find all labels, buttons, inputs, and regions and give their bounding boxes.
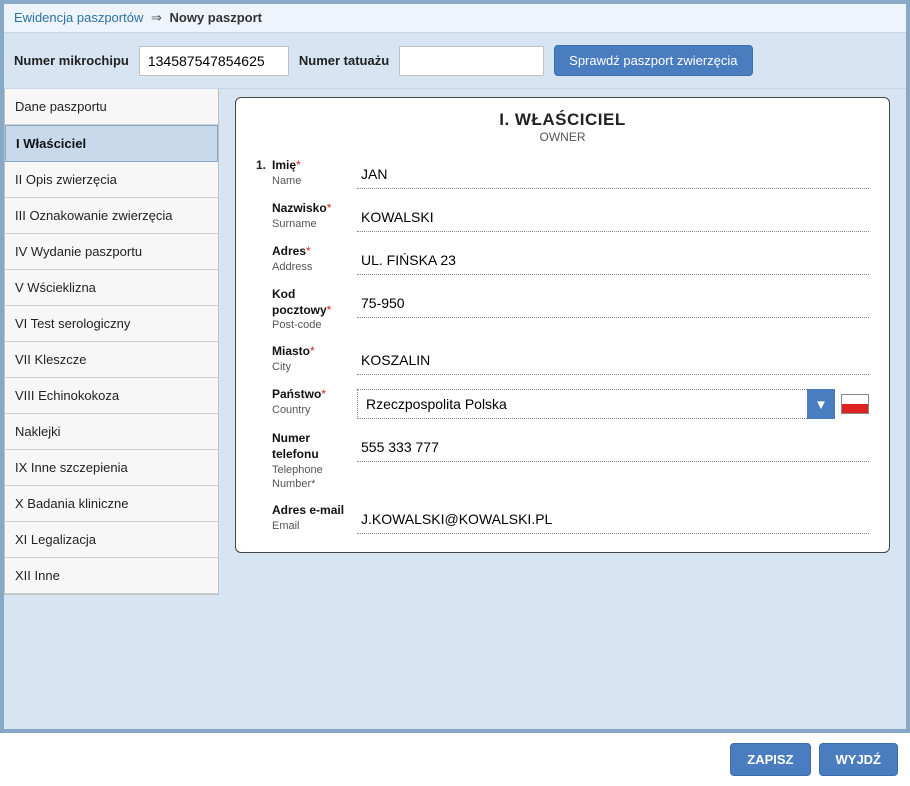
- sidebar-item-dane-paszportu[interactable]: Dane paszportu: [5, 89, 218, 125]
- exit-button[interactable]: WYJDŹ: [819, 743, 899, 776]
- label-kod: Kod pocztowy: [272, 287, 327, 317]
- sidebar-item-inne[interactable]: XII Inne: [5, 558, 218, 594]
- owner-panel: I. WŁAŚCICIEL OWNER 1. Imię* Name: [235, 97, 890, 553]
- breadcrumb-current: Nowy paszport: [170, 10, 262, 25]
- country-dropdown-button[interactable]: ▼: [807, 389, 835, 419]
- sidebar-item-wydanie-paszportu[interactable]: IV Wydanie paszportu: [5, 234, 218, 270]
- microchip-label: Numer mikrochipu: [14, 53, 129, 68]
- row-number: 1.: [256, 152, 272, 172]
- tattoo-input[interactable]: [399, 46, 544, 76]
- input-email[interactable]: [357, 505, 869, 534]
- sublabel-telefon: Telephone Number*: [272, 463, 357, 492]
- sublabel-panstwo: Country: [272, 403, 357, 417]
- input-telefon[interactable]: [357, 433, 869, 462]
- check-passport-button[interactable]: Sprawdź paszport zwierzęcia: [554, 45, 752, 76]
- sidebar-item-legalizacja[interactable]: XI Legalizacja: [5, 522, 218, 558]
- panel-subtitle: OWNER: [256, 130, 869, 144]
- input-panstwo[interactable]: [357, 389, 807, 419]
- label-miasto: Miasto: [272, 344, 310, 358]
- sublabel-adres: Address: [272, 260, 357, 274]
- save-button[interactable]: ZAPISZ: [730, 743, 810, 776]
- input-kod[interactable]: [357, 289, 869, 318]
- panel-title: I. WŁAŚCICIEL: [256, 110, 869, 130]
- input-nazwisko[interactable]: [357, 203, 869, 232]
- sidebar-item-inne-szczepienia[interactable]: IX Inne szczepienia: [5, 450, 218, 486]
- sublabel-imie: Name: [272, 174, 357, 188]
- breadcrumb-arrow: ⇒: [151, 10, 162, 25]
- breadcrumb-root-link[interactable]: Ewidencja paszportów: [14, 10, 143, 25]
- sublabel-nazwisko: Surname: [272, 217, 357, 231]
- input-imie[interactable]: [357, 160, 869, 189]
- sidebar-item-kleszcze[interactable]: VII Kleszcze: [5, 342, 218, 378]
- footer: ZAPISZ WYJDŹ: [0, 733, 910, 786]
- tattoo-label: Numer tatuażu: [299, 53, 389, 68]
- label-telefon: Numer telefonu: [272, 431, 319, 461]
- sublabel-kod: Post-code: [272, 318, 357, 332]
- label-email: Adres e-mail: [272, 503, 344, 517]
- flag-icon: [841, 394, 869, 414]
- sidebar-item-test-serologiczny[interactable]: VI Test serologiczny: [5, 306, 218, 342]
- sidebar-item-badania-kliniczne[interactable]: X Badania kliniczne: [5, 486, 218, 522]
- microchip-input[interactable]: [139, 46, 289, 76]
- search-bar: Numer mikrochipu Numer tatuażu Sprawdź p…: [4, 33, 906, 89]
- input-miasto[interactable]: [357, 346, 869, 375]
- sidebar-item-echinokokoza[interactable]: VIII Echinokokoza: [5, 378, 218, 414]
- sidebar-item-wlasciciel[interactable]: I Właściciel: [5, 125, 218, 162]
- chevron-down-icon: ▼: [814, 397, 827, 412]
- breadcrumb: Ewidencja paszportów ⇒ Nowy paszport: [4, 4, 906, 33]
- input-adres[interactable]: [357, 246, 869, 275]
- sidebar-item-oznakowanie[interactable]: III Oznakowanie zwierzęcia: [5, 198, 218, 234]
- label-imie: Imię: [272, 158, 296, 172]
- label-panstwo: Państwo: [272, 387, 321, 401]
- sidebar-item-naklejki[interactable]: Naklejki: [5, 414, 218, 450]
- label-adres: Adres: [272, 244, 306, 258]
- label-nazwisko: Nazwisko: [272, 201, 327, 215]
- sidebar-item-wscieklizna[interactable]: V Wścieklizna: [5, 270, 218, 306]
- sublabel-email: Email: [272, 519, 357, 533]
- sidebar: Dane paszportu I Właściciel II Opis zwie…: [4, 89, 219, 595]
- sidebar-item-opis-zwierzecia[interactable]: II Opis zwierzęcia: [5, 162, 218, 198]
- sublabel-miasto: City: [272, 360, 357, 374]
